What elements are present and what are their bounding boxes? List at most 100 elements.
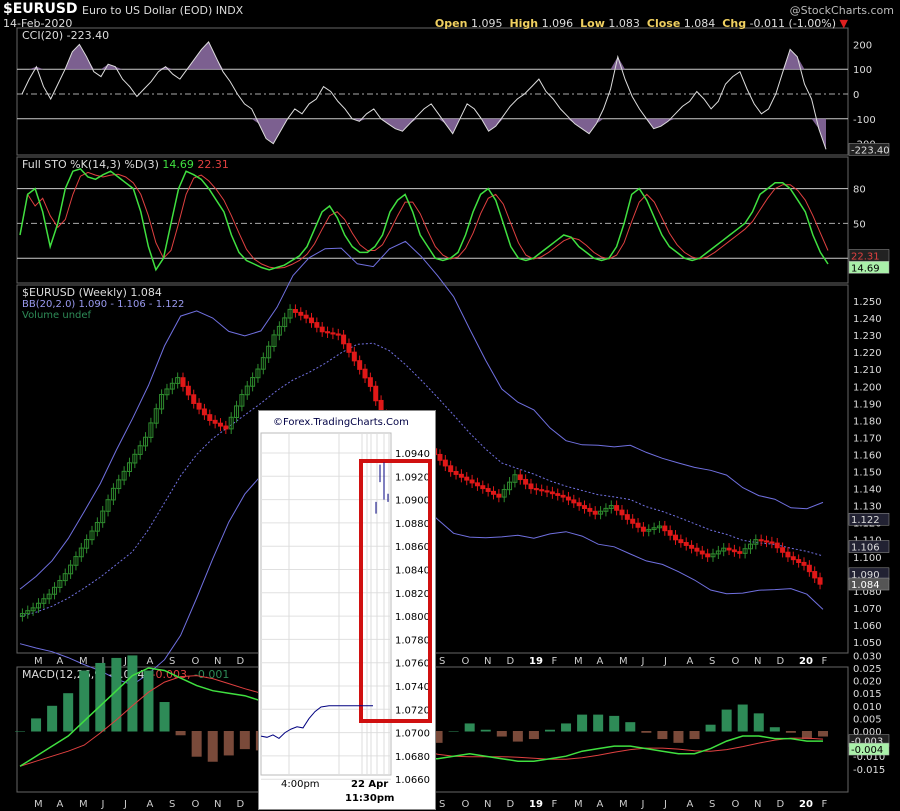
x-month-label: N — [484, 799, 491, 810]
x-month-label: M — [574, 656, 583, 667]
candle-body — [790, 556, 796, 561]
candle-body — [496, 493, 502, 498]
sto-panel-frame — [16, 156, 849, 284]
x-month-label: 19 — [529, 799, 543, 810]
candle-body — [292, 309, 298, 313]
macd-tick-label: -0.015 — [853, 765, 885, 776]
candle-body — [196, 402, 202, 410]
chart-date: 14-Feb-2020 — [3, 17, 73, 30]
candle-body — [705, 553, 711, 558]
price-tick-label: 1.140 — [853, 485, 882, 496]
x-month-label: J — [663, 656, 667, 667]
candle-body — [330, 332, 336, 335]
price-tick-label: 1.130 — [853, 502, 882, 513]
x-month-label: A — [687, 799, 694, 810]
candle-body — [373, 385, 379, 402]
candle-body — [314, 322, 320, 328]
macd-hist-bar — [561, 723, 572, 732]
macd-hist-bar — [753, 713, 764, 732]
x-month-label: J — [641, 656, 645, 667]
inset-y-tick: 1.0740 — [395, 682, 430, 693]
candle-body — [801, 561, 807, 566]
watermark: @StockCharts.com — [789, 4, 894, 17]
candle-body — [185, 385, 191, 396]
x-month-label: S — [439, 799, 445, 810]
x-month-label: J — [101, 799, 105, 810]
macd-hist-bar — [625, 722, 636, 732]
candle-body — [517, 474, 523, 481]
x-month-label: D — [507, 799, 515, 810]
macd-hist-bar — [143, 670, 154, 732]
x-month-label: F — [822, 799, 828, 810]
candle-body — [785, 551, 791, 558]
x-month-label: S — [169, 656, 175, 667]
sto-tick-label: 50 — [853, 219, 866, 230]
x-month-label: O — [732, 656, 740, 667]
macd-hist-bar — [47, 705, 58, 732]
candle-body — [523, 478, 529, 485]
inset-x-time2: 11:30pm — [345, 793, 394, 804]
candle-body — [587, 507, 593, 512]
candle-body — [694, 547, 700, 552]
candle-body — [555, 493, 561, 496]
candle-body — [571, 499, 577, 504]
x-month-label: O — [192, 799, 200, 810]
macd-hist-bar — [223, 731, 234, 756]
x-month-label: A — [597, 799, 604, 810]
x-month-label: F — [822, 656, 828, 667]
sto-d-tag: 22.31 — [851, 252, 880, 263]
macd-hist-bar — [159, 702, 170, 732]
x-month-label: J — [123, 656, 127, 667]
x-month-label: M — [34, 656, 43, 667]
candle-body — [539, 489, 545, 492]
candle-body — [683, 542, 689, 546]
price-tick-label: 1.070 — [853, 604, 882, 615]
candle-body — [549, 491, 555, 495]
candle-body — [544, 490, 550, 493]
macd-tick-label: 0.020 — [853, 677, 882, 688]
cci-tick-label: 200 — [853, 40, 872, 51]
candle-body — [367, 377, 373, 387]
price-tick-label: 1.100 — [853, 553, 882, 564]
x-month-label: J — [663, 799, 667, 810]
candle-body — [689, 544, 695, 549]
macd-hist-bar — [528, 731, 539, 740]
x-month-label: N — [214, 799, 221, 810]
candle-body — [624, 514, 630, 520]
macd-tick-label: 0.015 — [853, 689, 882, 700]
candle-body — [303, 314, 309, 319]
candle-body — [592, 510, 598, 515]
x-month-label: A — [687, 656, 694, 667]
candle-body — [678, 539, 684, 544]
candle-body — [812, 571, 818, 579]
x-month-label: O — [732, 799, 740, 810]
x-month-label: N — [754, 799, 761, 810]
x-month-label: M — [34, 799, 43, 810]
candle-body — [565, 496, 571, 501]
x-month-label: S — [439, 656, 445, 667]
macd-hist-bar — [496, 731, 507, 737]
macd-hist-bar — [95, 662, 106, 732]
candle-body — [640, 526, 646, 532]
candle-body — [619, 509, 625, 516]
price-tick-label: 1.060 — [853, 621, 882, 632]
open-value: 1.095 — [470, 17, 503, 30]
x-month-label: M — [79, 656, 88, 667]
candle-body — [533, 488, 539, 491]
macd-tick-label: 0.010 — [853, 702, 882, 713]
candle-body — [217, 422, 223, 427]
candle-body — [806, 564, 812, 573]
candle-body — [191, 394, 197, 404]
macd-hist-bar — [31, 718, 42, 732]
candle-body — [362, 368, 368, 379]
macd-hist-bar — [769, 727, 780, 732]
symbol-title: $EURUSD — [3, 1, 78, 17]
high-value: 1.096 — [541, 17, 574, 30]
macd-hist-bar — [689, 731, 700, 740]
chg-value: -0.011 (-1.00%) — [749, 17, 837, 30]
inset-y-tick: 1.0940 — [395, 449, 430, 460]
price-tick-label: 1.250 — [853, 297, 882, 308]
macd-hist-bar — [79, 670, 90, 732]
inset-x-date: 22 Apr — [351, 779, 388, 790]
candle-body — [662, 525, 668, 532]
